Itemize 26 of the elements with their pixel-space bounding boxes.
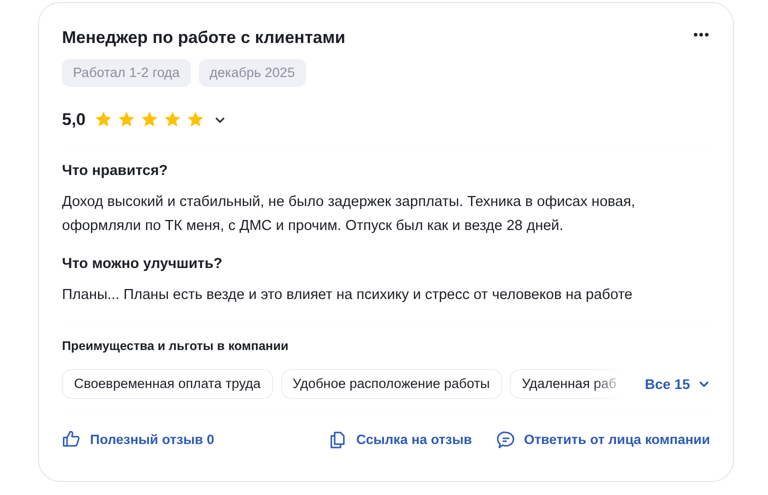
benefit-chip: Удобное расположение работы bbox=[280, 369, 502, 400]
star-icon bbox=[116, 110, 136, 130]
star-icon bbox=[94, 110, 113, 130]
benefit-chip: Своевременная оплата труда bbox=[62, 369, 273, 400]
star-icon bbox=[186, 110, 205, 130]
star-icon bbox=[140, 110, 159, 130]
review-text: Планы... Планы есть везде и это влияет на психику и стресс от человеков на работе bbox=[62, 286, 634, 306]
action-label: Полезный отзыв 0 bbox=[90, 431, 214, 450]
benefits-heading: Преимущества и льготы в компании bbox=[62, 339, 290, 354]
tag: декабрь 2025 bbox=[198, 59, 306, 87]
action-label: Ссылка на отзыв bbox=[356, 431, 472, 450]
section-heading: Что можно улучшить? bbox=[62, 256, 224, 274]
action-link[interactable]: Полезный отзыв 0 bbox=[62, 430, 214, 451]
rating-value: 5,0 bbox=[62, 109, 86, 131]
action-label: Ответить от лица компании bbox=[524, 431, 710, 450]
chat-icon bbox=[496, 430, 516, 450]
review-text: Доход высокий и стабильный, не было задержек зарплаты. Техника в офисах новая, оформляли по ТК меня, с ДМС и прочим. Отпуск был как и везде 28 дней. bbox=[62, 192, 636, 236]
action-link[interactable]: Ссылка на отзыв bbox=[328, 430, 472, 451]
action-link[interactable]: Ответить от лица компании bbox=[496, 430, 710, 451]
star-icon bbox=[162, 110, 182, 130]
tag: Работал 1-2 года bbox=[62, 59, 191, 87]
benefit-chip: Удаленная раб bbox=[510, 369, 622, 400]
review-title: Менеджер по работе с клиентами bbox=[62, 27, 346, 49]
section-heading: Что нравится? bbox=[62, 162, 169, 180]
more-menu-button[interactable]: ••• bbox=[693, 25, 710, 45]
show-all-button[interactable]: Все 15 bbox=[644, 374, 710, 395]
